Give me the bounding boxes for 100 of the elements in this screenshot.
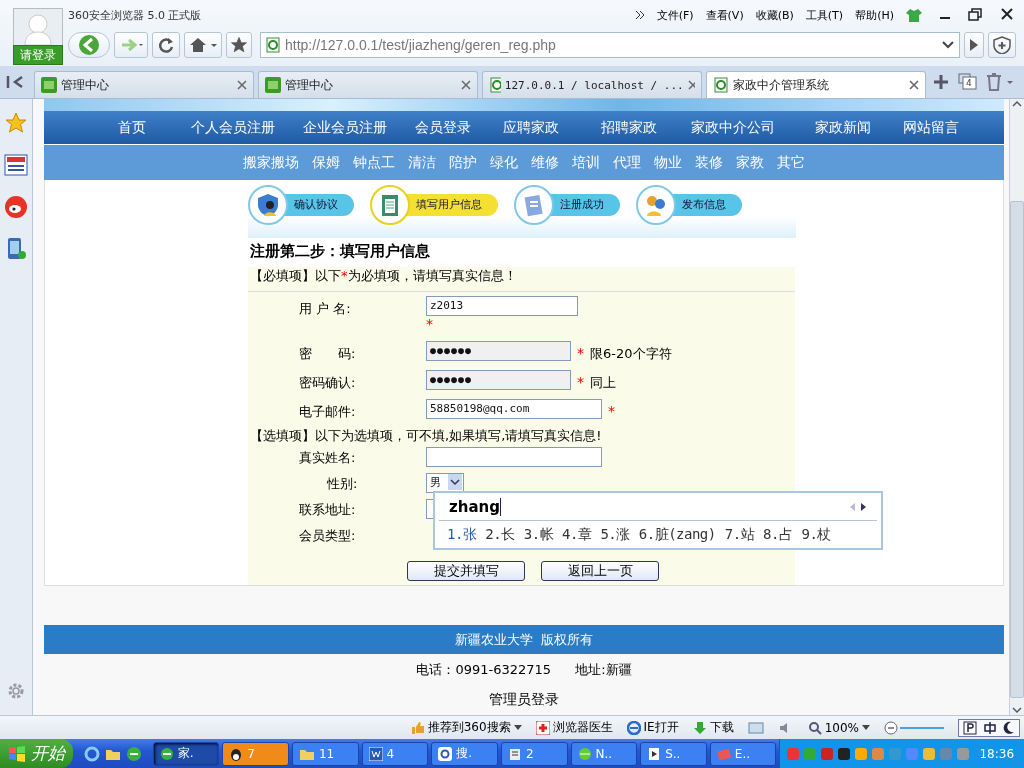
search-icon: [438, 746, 453, 761]
form-button[interactable]: 返回上一页: [541, 561, 659, 581]
taskbar-button[interactable]: S..: [640, 741, 707, 766]
chevron-icon[interactable]: [634, 10, 645, 20]
taskbar-button[interactable]: 搜.: [431, 741, 498, 766]
ime-candidate[interactable]: 6.脏(zang): [638, 526, 716, 544]
ime-candidate[interactable]: 2.长: [485, 526, 515, 544]
doctor-button[interactable]: 浏览器医生: [535, 719, 613, 736]
menu-item[interactable]: 帮助(H): [855, 7, 894, 23]
trash-icon[interactable]: [984, 72, 1014, 92]
star-icon[interactable]: [230, 36, 248, 54]
taskbar-button[interactable]: 4: [361, 741, 429, 766]
nav-link[interactable]: 个人会员注册: [191, 118, 275, 137]
browser-icon[interactable]: [125, 745, 142, 762]
nav-link[interactable]: 会员登录: [415, 118, 471, 137]
ime-candidate[interactable]: 4.章: [562, 526, 592, 544]
password-field[interactable]: ●●●●●●: [426, 341, 571, 361]
browser-tab[interactable]: 管理中心: [258, 71, 478, 98]
nav-link[interactable]: 招聘家政: [601, 118, 657, 137]
optional-note: 【选填项】以下为选填项，可不填,如果填写,请填写真实信息!: [249, 427, 603, 445]
address-text: 地址:新疆: [575, 661, 632, 679]
start-button[interactable]: 开始: [0, 739, 73, 768]
login-button[interactable]: 请登录: [13, 45, 63, 65]
taskbar-button[interactable]: N..: [570, 741, 638, 766]
logo-icon: [265, 77, 281, 93]
p-icon[interactable]: [963, 720, 977, 735]
field-hint: 限6-20个字符: [590, 345, 672, 363]
browser-icon: [159, 746, 174, 761]
browser-tab[interactable]: 家政中介管理系统: [706, 71, 926, 98]
news-icon[interactable]: [4, 153, 28, 177]
zoom-button[interactable]: 100%: [807, 720, 870, 735]
nav-link[interactable]: 家政新闻: [815, 118, 871, 137]
input-field[interactable]: [426, 447, 602, 467]
magnifier-icon: [807, 720, 822, 735]
form-title: 注册第二步：填写用户信息: [248, 238, 795, 267]
browser-tab[interactable]: 127.0.0.1 / localhost / ...: [482, 71, 702, 98]
browser-tab[interactable]: 管理中心: [34, 71, 254, 98]
refresh-icon[interactable]: [156, 36, 176, 54]
thumbs-up-icon: [410, 720, 425, 735]
input-field[interactable]: z2013: [426, 296, 578, 316]
taskbar-button[interactable]: 家.: [152, 741, 220, 766]
chinese-mode-icon[interactable]: [983, 720, 997, 735]
app-icon: [716, 746, 731, 761]
shield-icon[interactable]: [992, 36, 1012, 54]
download-button[interactable]: 下载: [692, 719, 734, 736]
windows-logo-icon: [8, 745, 26, 762]
go-arrow-icon[interactable]: [968, 38, 980, 52]
menu-item[interactable]: 文件(F): [656, 7, 694, 23]
field-label: 电子邮件:: [298, 403, 356, 421]
page-icon: [713, 77, 729, 93]
nav-link[interactable]: 首页: [118, 118, 146, 137]
logo-icon: [41, 77, 57, 93]
star-icon[interactable]: [4, 111, 28, 135]
password-field[interactable]: ●●●●●●: [426, 370, 571, 390]
page-icon: [489, 77, 501, 93]
nav-link[interactable]: 家政中介公司: [691, 118, 775, 137]
taskbar-button[interactable]: 2: [500, 741, 568, 766]
ime-candidate[interactable]: 9.杖: [801, 526, 831, 544]
taskbar-button[interactable]: E..: [709, 741, 777, 766]
home-icon[interactable]: [188, 36, 218, 54]
ime-candidate[interactable]: 3.帐: [523, 526, 554, 544]
ime-candidate[interactable]: 8.占: [763, 526, 793, 544]
notepad-icon: [507, 746, 522, 761]
gender-select[interactable]: 男: [426, 473, 464, 493]
ime-candidate[interactable]: 5.涨: [600, 526, 630, 544]
ime-input-text: zhang: [449, 497, 501, 516]
scroll-down-icon[interactable]: [1011, 705, 1023, 716]
menu-item[interactable]: 工具(T): [805, 7, 844, 23]
ime-candidate[interactable]: 1.张: [447, 526, 477, 544]
menu-item[interactable]: 查看(V): [705, 7, 744, 23]
field-label: 联系地址:: [298, 501, 356, 519]
phone-icon[interactable]: [5, 237, 27, 261]
ime-toolbar[interactable]: [958, 718, 1020, 737]
scroll-up-icon[interactable]: [1011, 99, 1023, 109]
shield-person-icon: [255, 192, 281, 218]
form-button[interactable]: 提交并填写: [407, 561, 525, 581]
page-arrows-icon[interactable]: [849, 501, 867, 512]
tray-icon[interactable]: [837, 746, 852, 761]
required-mark: *: [577, 345, 584, 361]
scrollbar-thumb[interactable]: [1010, 201, 1024, 698]
first-aid-icon: [535, 720, 550, 735]
recommend-button[interactable]: 推荐到360搜索: [410, 719, 522, 736]
weibo-icon[interactable]: [4, 195, 28, 219]
nav-link[interactable]: 应聘家政: [503, 118, 559, 137]
moon-icon[interactable]: [1003, 720, 1015, 735]
ie-open-button[interactable]: IE打开: [626, 719, 679, 736]
ime-candidate[interactable]: 7.站: [724, 526, 755, 544]
shirt-icon[interactable]: [906, 8, 922, 22]
admin-login-link[interactable]: 管理员登录: [489, 691, 559, 707]
taskbar-button[interactable]: 11: [291, 741, 359, 766]
field-label: 性别:: [326, 475, 358, 493]
nav-link[interactable]: 企业会员注册: [303, 118, 387, 137]
page-icon: [265, 37, 281, 53]
zoom-out-icon[interactable]: [884, 720, 898, 735]
nav-link[interactable]: 网站留言: [903, 118, 959, 137]
input-field[interactable]: 58850198@qq.com: [426, 399, 602, 419]
menu-item[interactable]: 收藏(B): [755, 7, 794, 23]
required-mark: *: [577, 374, 584, 390]
field-label: 会员类型:: [298, 527, 356, 545]
window-title: 360安全浏览器 5.0 正式版: [68, 7, 202, 23]
